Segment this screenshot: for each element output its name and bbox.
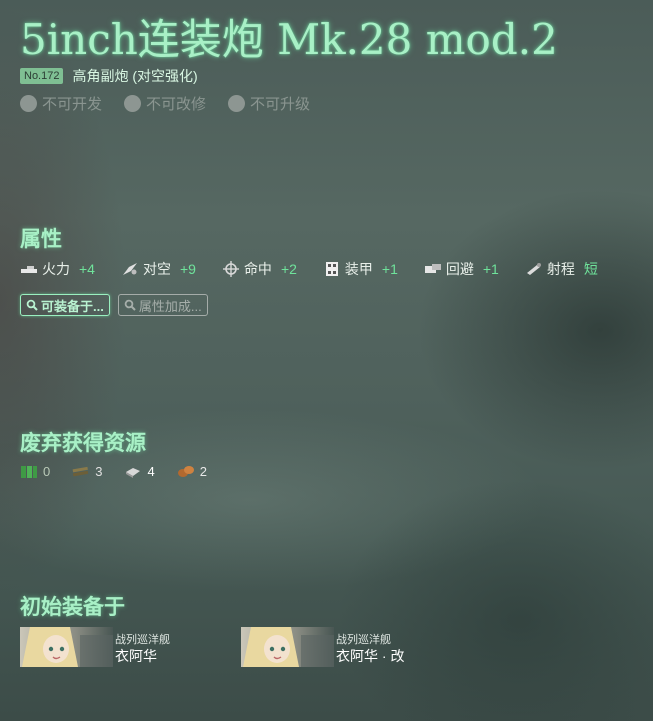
- equipment-number-badge: No.172: [20, 68, 64, 84]
- resource-steel: 4: [124, 463, 155, 479]
- flag-no-improve: 不可改修: [124, 93, 206, 114]
- flag-label: 不可改修: [146, 96, 207, 113]
- scrap-section-title: 废弃获得资源: [20, 430, 146, 455]
- stat-accuracy: 命中 +2: [222, 259, 297, 279]
- equipment-subline: No.172 高角副炮 (对空强化): [20, 66, 198, 86]
- resource-value: 3: [95, 463, 103, 479]
- button-label: 可装备于...: [41, 298, 104, 314]
- flag-label: 不可升级: [250, 96, 311, 113]
- ship-type: 战列巡洋舰: [115, 634, 170, 646]
- resource-value: 2: [199, 463, 207, 479]
- action-buttons: 可装备于... 属性加成...: [20, 294, 208, 316]
- equipment-type: 高角副炮 (对空强化): [72, 68, 198, 84]
- resource-ammo: 3: [72, 463, 102, 479]
- ship-name: 衣阿华 · 改: [336, 648, 405, 664]
- flag-no-develop: 不可开发: [20, 93, 102, 114]
- stat-firepower: 火力 +4: [20, 259, 95, 279]
- search-icon: [26, 299, 38, 311]
- stat-value: +4: [79, 261, 95, 277]
- stat-value: +1: [482, 261, 499, 277]
- resource-value: 4: [147, 463, 155, 479]
- disabled-dot-icon: [228, 95, 246, 112]
- search-icon: [124, 299, 136, 311]
- stat-label: 装甲: [344, 261, 373, 277]
- equippable-ships-button[interactable]: 可装备于...: [20, 294, 110, 316]
- ship-card[interactable]: 战列巡洋舰 衣阿华 · 改: [241, 627, 442, 667]
- stat-value: +1: [381, 261, 398, 277]
- ship-portrait-icon: [243, 627, 334, 667]
- stat-label: 对空: [142, 261, 171, 277]
- stat-range: 射程 短: [525, 259, 598, 279]
- evasion-icon: [424, 264, 441, 273]
- ship-card[interactable]: 战列巡洋舰 衣阿华: [20, 627, 221, 667]
- resource-value: 0: [43, 463, 51, 479]
- availability-flags: 不可开发 不可改修 不可升级: [20, 93, 310, 114]
- stats-section-title: 属性: [20, 226, 62, 251]
- ship-name: 衣阿华: [115, 648, 157, 664]
- stat-antiair: 对空 +9: [121, 259, 196, 279]
- stat-value: +2: [280, 261, 297, 277]
- stat-bonus-button[interactable]: 属性加成...: [117, 294, 208, 316]
- stat-evasion: 回避 +1: [424, 259, 499, 279]
- firepower-icon: [21, 266, 37, 273]
- scrap-resources: 0 3 4 2: [20, 463, 207, 479]
- stat-label: 回避: [445, 261, 474, 277]
- ship-banner: [20, 627, 113, 667]
- steel-icon: [126, 468, 141, 478]
- accuracy-icon: [222, 261, 239, 277]
- equipment-title: 5inch连装炮 Mk.28 mod.2: [20, 15, 558, 64]
- ship-portrait-icon: [22, 627, 113, 667]
- resource-fuel: 0: [20, 463, 50, 479]
- stats-row: 火力 +4 对空 +9 命中 +2 装甲 +1 回避 +1 射程 短: [20, 259, 624, 279]
- armor-icon: [325, 262, 338, 276]
- ship-banner: [241, 627, 334, 667]
- flag-label: 不可开发: [42, 96, 103, 113]
- range-icon: [526, 263, 541, 275]
- ammo-icon: [72, 466, 89, 477]
- stat-value: 短: [583, 261, 598, 277]
- resource-bauxite: 2: [177, 463, 207, 479]
- stat-label: 射程: [546, 261, 575, 277]
- initial-equip-section-title: 初始装备于: [20, 594, 125, 619]
- antiair-icon: [122, 263, 137, 275]
- stat-label: 火力: [42, 261, 70, 277]
- disabled-dot-icon: [124, 95, 142, 112]
- stat-armor: 装甲 +1: [323, 259, 398, 279]
- fuel-icon: [21, 466, 37, 478]
- stat-label: 命中: [243, 261, 272, 277]
- button-label: 属性加成...: [138, 298, 202, 314]
- stat-value: +9: [179, 261, 196, 277]
- ship-type: 战列巡洋舰: [336, 634, 391, 646]
- flag-no-upgrade: 不可升级: [228, 93, 310, 114]
- disabled-dot-icon: [20, 95, 37, 112]
- initial-ship-list: 战列巡洋舰 衣阿华 战列巡洋舰 衣阿华 · 改: [20, 627, 442, 667]
- bauxite-icon: [177, 466, 194, 477]
